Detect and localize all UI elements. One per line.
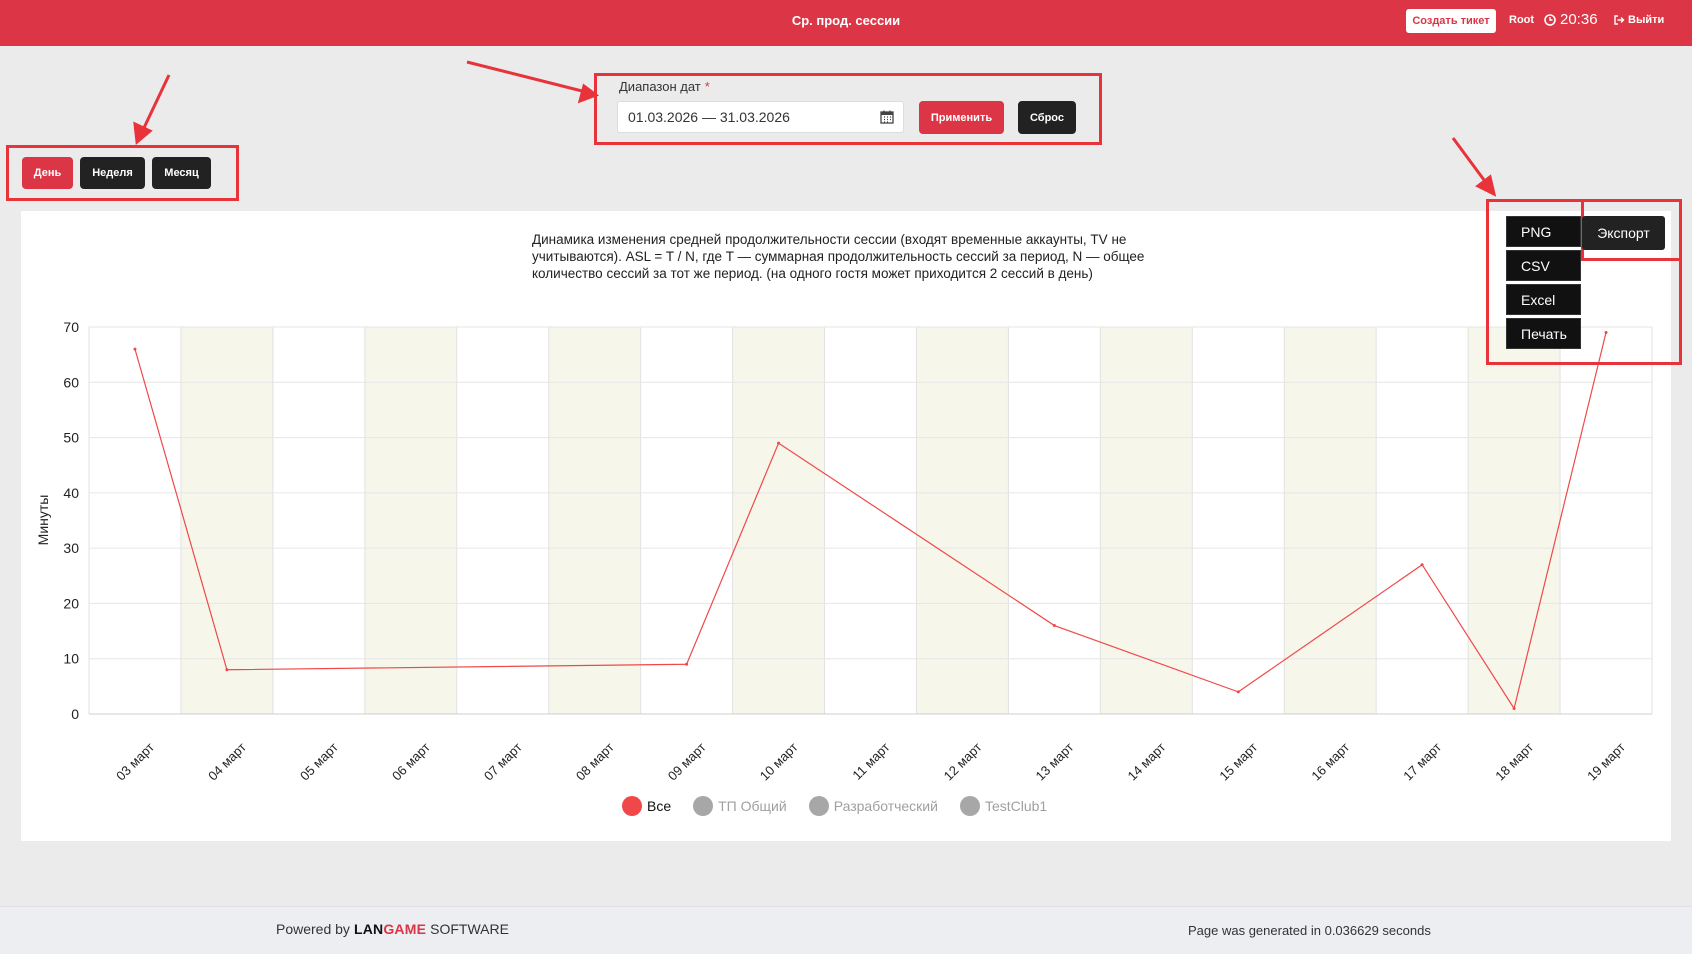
y-tick-label: 60 xyxy=(63,374,79,390)
data-point xyxy=(1420,563,1424,567)
x-tick-label: 09 март xyxy=(665,739,709,783)
x-tick-label: 07 март xyxy=(481,739,525,783)
data-point xyxy=(777,441,781,445)
x-tick-label: 18 март xyxy=(1492,739,1536,783)
data-point xyxy=(1052,624,1056,628)
x-axis-ticks: 03 март 04 март 05 март 06 март 07 март 08 ма… xyxy=(113,739,1628,783)
brand-lan: LAN xyxy=(353,921,384,937)
brand-logo: LANGAME xyxy=(354,921,426,937)
chart-band xyxy=(548,327,641,714)
legend-dot xyxy=(622,796,642,816)
brand-game: GAME xyxy=(383,921,427,937)
export-print-option[interactable]: Печать xyxy=(1506,318,1581,349)
legend-item-testclub1[interactable]: TestClub1 xyxy=(959,796,1048,816)
footer: Powered by LANGAME SOFTWARE Page was gen… xyxy=(0,906,1692,954)
chart-series xyxy=(133,331,1608,710)
y-tick-label: 20 xyxy=(63,595,79,611)
export-button[interactable]: Экспорт xyxy=(1582,216,1665,250)
chart-legend: Все ТП Общий Разработческий TestClub1 xyxy=(622,796,1047,816)
x-tick-label: 15 март xyxy=(1216,739,1260,783)
chart-band xyxy=(364,327,457,714)
data-point xyxy=(685,662,689,666)
chart-grid xyxy=(88,326,1653,715)
powered-by: Powered by LANGAME SOFTWARE xyxy=(276,921,509,937)
chart-band xyxy=(1468,327,1561,714)
x-tick-label: 06 март xyxy=(389,739,433,783)
y-tick-label: 30 xyxy=(63,540,79,556)
chart-bands xyxy=(180,327,1561,714)
x-tick-label: 12 март xyxy=(941,739,985,783)
data-point xyxy=(1512,706,1516,710)
x-tick-label: 16 март xyxy=(1308,739,1352,783)
data-point xyxy=(133,347,137,351)
generation-time: Page was generated in 0.036629 seconds xyxy=(1188,923,1431,938)
chart-band xyxy=(916,327,1009,714)
legend-item-all[interactable]: Все xyxy=(622,796,671,816)
export-csv-option[interactable]: CSV xyxy=(1506,250,1581,281)
y-tick-label: 70 xyxy=(63,319,79,335)
x-tick-label: 10 март xyxy=(757,739,801,783)
chart-band xyxy=(1100,327,1193,714)
chart-band xyxy=(180,327,273,714)
x-tick-label: 19 март xyxy=(1584,739,1628,783)
export-png-option[interactable]: PNG xyxy=(1506,216,1581,247)
legend-label: Разработческий xyxy=(833,798,938,814)
legend-label: ТП Общий xyxy=(718,798,787,814)
x-tick-label: 14 март xyxy=(1125,739,1169,783)
x-tick-label: 05 март xyxy=(297,739,341,783)
brand-software: SOFTWARE xyxy=(430,921,509,937)
powered-by-text: Powered by xyxy=(276,921,350,937)
y-tick-label: 10 xyxy=(63,651,79,667)
legend-label: Все xyxy=(647,798,672,814)
y-tick-label: 40 xyxy=(63,485,79,501)
legend-dot xyxy=(693,796,714,816)
legend-dot xyxy=(808,796,829,816)
y-tick-label: 0 xyxy=(71,706,79,722)
y-axis-label: Минуты xyxy=(35,495,51,546)
y-tick-label: 50 xyxy=(63,430,79,446)
data-point xyxy=(1236,690,1240,694)
legend-item-developer[interactable]: Разработческий xyxy=(808,796,938,816)
x-tick-label: 11 март xyxy=(849,739,892,782)
legend-item-tp-general[interactable]: ТП Общий xyxy=(693,796,787,816)
x-tick-label: 08 март xyxy=(573,739,617,783)
x-tick-label: 13 март xyxy=(1033,739,1077,783)
x-tick-label: 03 март xyxy=(113,739,157,783)
legend-dot xyxy=(959,796,980,816)
series-line xyxy=(134,332,1607,710)
legend-label: TestClub1 xyxy=(984,798,1048,814)
x-tick-label: 04 март xyxy=(205,739,249,783)
export-excel-option[interactable]: Excel xyxy=(1506,284,1581,315)
data-point xyxy=(225,668,229,672)
y-axis-ticks: 0 10 20 30 40 50 60 70 xyxy=(63,319,79,722)
chart-band xyxy=(1284,327,1377,714)
x-tick-label: 17 март xyxy=(1400,739,1444,783)
